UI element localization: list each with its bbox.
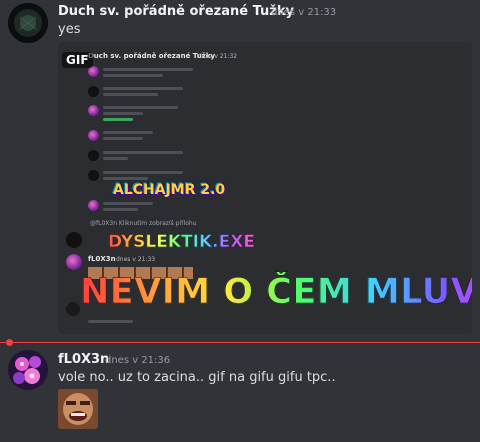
inner-timestamp: dnes v 21:32 <box>198 53 238 60</box>
mini-line <box>103 74 163 77</box>
message-text: yes <box>58 22 81 37</box>
mini-line <box>103 151 183 154</box>
mini-avatar <box>88 130 99 141</box>
mini-avatar <box>66 302 80 316</box>
avatar[interactable] <box>8 3 48 43</box>
new-messages-divider <box>0 342 480 343</box>
mini-line <box>103 202 153 205</box>
mini-avatar <box>88 200 99 211</box>
flower-avatar-icon <box>8 350 48 390</box>
inner-author-2: fL0X3n <box>88 255 116 263</box>
mini-avatar <box>88 86 99 97</box>
mini-line <box>103 87 183 90</box>
mini-line <box>103 106 178 109</box>
mini-line <box>103 157 128 160</box>
avatar[interactable] <box>8 350 48 390</box>
gif-embed[interactable]: GIF Duch sv. pořádně ořezané Tužky dnes … <box>58 42 472 334</box>
mini-line <box>103 68 193 71</box>
timestamp: dnes v 21:33 <box>271 7 337 18</box>
mini-line <box>103 131 153 134</box>
overlay-caption: ALCHAJMR 2.0 <box>113 182 226 198</box>
timestamp: dnes v 21:36 <box>105 355 171 366</box>
message-text: vole no.. uz to zacina.. gif na gifu gif… <box>58 370 336 385</box>
mini-line <box>103 177 148 180</box>
author-name[interactable]: Duch sv. pořádně ořezané Tužky <box>58 4 294 19</box>
inner-author: Duch sv. pořádně ořezané Tužky <box>88 52 216 60</box>
mini-avatar <box>88 105 99 116</box>
mini-line <box>103 112 143 115</box>
mini-line <box>88 320 133 323</box>
overlay-caption: DYSLEKTIK.EXE <box>108 232 255 252</box>
mini-line <box>103 208 138 211</box>
divider-marker <box>6 339 13 346</box>
mini-avatar <box>66 254 82 270</box>
mini-line <box>103 118 133 121</box>
laughing-face-image-icon <box>58 389 98 429</box>
mini-line <box>103 137 143 140</box>
gif-badge: GIF <box>62 52 93 68</box>
author-name[interactable]: fL0X3n <box>58 352 109 367</box>
reply-note: @fL0X3n Kliknutím zobrazíš přílohu <box>90 220 197 227</box>
overlay-caption: NEVIM O ČEM MLUVÍŠ <box>80 272 472 313</box>
mini-avatar <box>88 150 99 161</box>
mini-avatar <box>66 232 82 248</box>
attachment-image[interactable] <box>58 389 98 429</box>
inner-timestamp-2: dnes v 21:33 <box>116 256 156 263</box>
mini-line <box>103 93 158 96</box>
dark-avatar-icon <box>8 3 48 43</box>
mini-avatar <box>88 170 99 181</box>
mini-line <box>103 171 183 174</box>
